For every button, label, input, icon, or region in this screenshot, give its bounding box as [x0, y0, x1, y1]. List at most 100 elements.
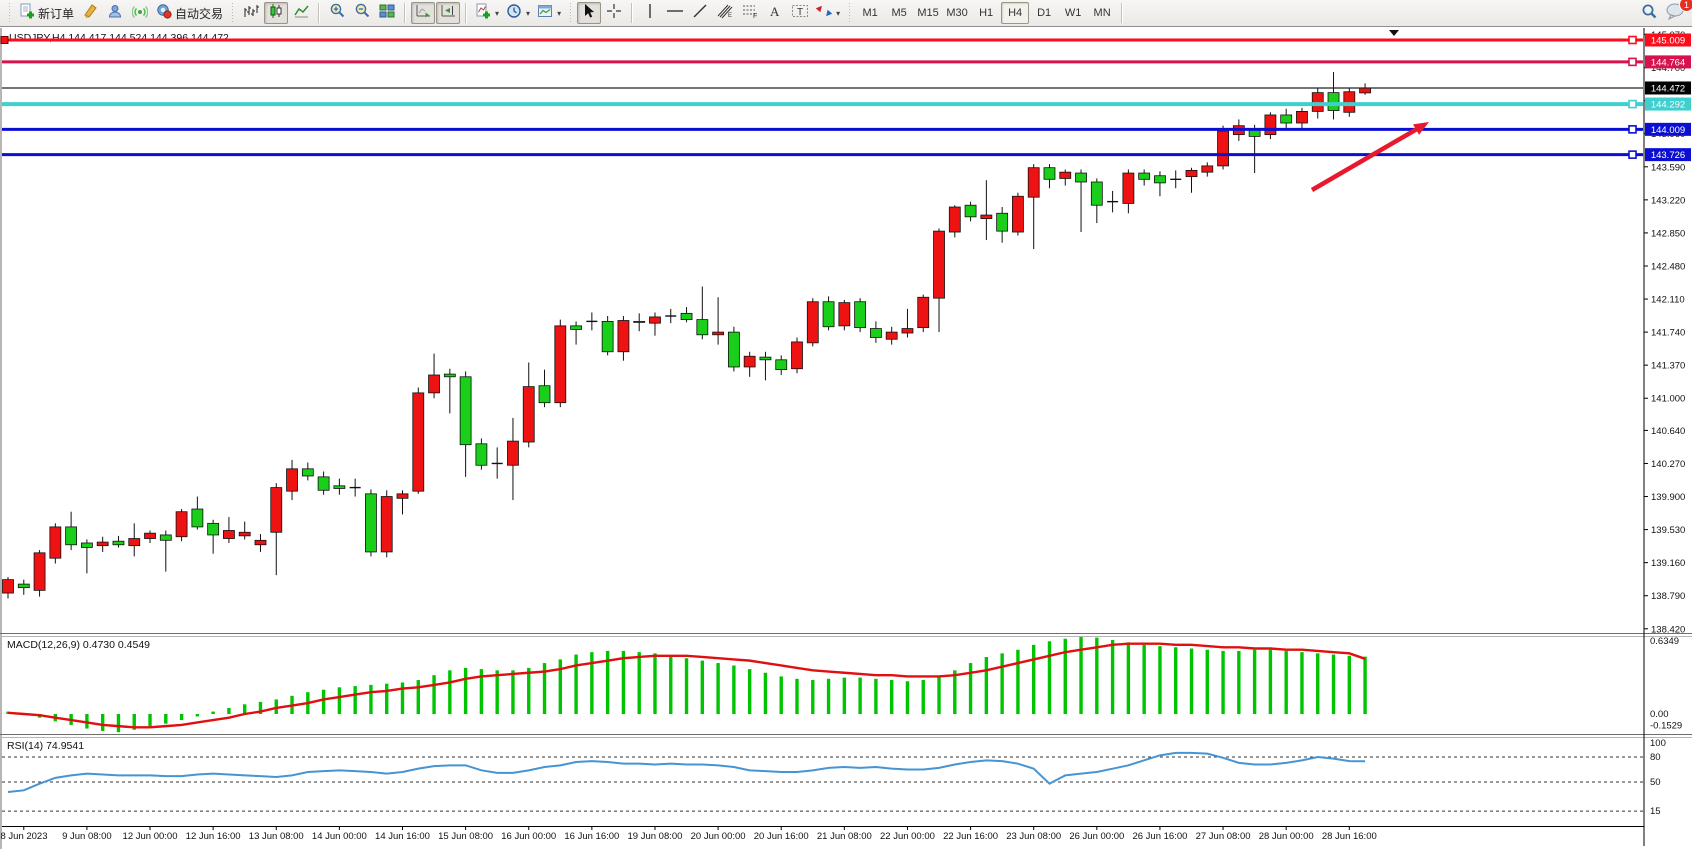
signal-icon	[132, 3, 148, 24]
price-level-badge-text: 144.009	[1651, 125, 1685, 136]
toolbar-grip[interactable]	[230, 3, 235, 23]
tab-timeframe-m5[interactable]: M5	[885, 2, 913, 24]
zoom-out-button[interactable]	[350, 2, 374, 24]
price-level-badge-text: 144.292	[1651, 100, 1685, 111]
toolbar-grip[interactable]	[847, 3, 852, 23]
signal-button[interactable]	[128, 2, 152, 24]
rsi-axis-label: 50	[1650, 777, 1661, 788]
fibonacci-tool-button[interactable]: F	[738, 2, 762, 24]
bearish-candle	[571, 326, 582, 330]
equidistant-channel-tool-button[interactable]: E	[713, 2, 737, 24]
bullish-candle	[413, 393, 424, 491]
line-chart-type-button[interactable]	[289, 2, 313, 24]
indicators-button[interactable]: ▾	[472, 2, 502, 24]
chevron-down-icon: ▾	[557, 9, 561, 18]
search-button[interactable]	[1637, 2, 1661, 24]
rsi-axis-label: 80	[1650, 752, 1661, 763]
bullish-candle	[713, 332, 724, 335]
bearish-candle	[997, 213, 1008, 231]
tab-timeframe-m15[interactable]: M15	[914, 2, 942, 24]
chat-button[interactable]: 1	[1662, 2, 1688, 24]
price-level-badge-text: 144.764	[1651, 57, 1685, 68]
tab-timeframe-h4[interactable]: H4	[1001, 2, 1029, 24]
bullish-candle	[176, 512, 187, 537]
level-line-handle[interactable]	[1629, 37, 1636, 44]
new-order-label: 新订单	[38, 5, 74, 22]
text-tool-button[interactable]: A	[763, 2, 787, 24]
tab-timeframe-w1[interactable]: W1	[1059, 2, 1087, 24]
bullish-candle	[1012, 196, 1023, 232]
bullish-candle	[1060, 172, 1071, 178]
brush-button[interactable]	[78, 2, 102, 24]
bullish-candle	[50, 527, 61, 558]
crosshair-icon	[606, 3, 622, 24]
bearish-candle	[18, 584, 29, 588]
trading-terminal-window: { "toolbar": { "new_order_label": "新订单",…	[0, 0, 1692, 849]
bearish-candle	[66, 527, 77, 545]
bearish-candle	[192, 509, 203, 527]
time-axis-label: 20 Jun 16:00	[754, 831, 809, 842]
chart-canvas[interactable]: 145.070144.700144.330143.960143.590143.2…	[0, 28, 1692, 849]
zoom-in-button[interactable]	[325, 2, 349, 24]
toolbar-grip[interactable]	[7, 3, 12, 23]
auto-trading-button[interactable]: 自动交易	[153, 2, 226, 24]
bearish-candle	[1154, 176, 1165, 183]
bar-chart-type-button[interactable]	[239, 2, 263, 24]
time-axis-label: 26 Jun 00:00	[1069, 831, 1124, 842]
price-axis-tick-label: 143.220	[1651, 195, 1685, 206]
tab-timeframe-mn[interactable]: MN	[1088, 2, 1116, 24]
chart-shift-icon	[440, 3, 457, 24]
time-axis-label: 20 Jun 00:00	[691, 831, 746, 842]
level-line-anchor[interactable]	[1, 37, 8, 44]
vertical-line-icon	[644, 3, 656, 24]
price-axis-tick-label: 142.480	[1651, 261, 1685, 272]
time-axis-label: 19 Jun 08:00	[628, 831, 683, 842]
toolbar-grip[interactable]	[568, 3, 573, 23]
auto-scroll-icon	[415, 3, 432, 24]
time-axis-label: 12 Jun 00:00	[123, 831, 178, 842]
level-line-handle[interactable]	[1629, 101, 1636, 108]
horizontal-line-tool-button[interactable]	[663, 2, 687, 24]
chart-shift-button[interactable]	[436, 2, 460, 24]
bullish-candle	[1312, 93, 1323, 112]
bearish-candle	[855, 302, 866, 328]
templates-button[interactable]: ▾	[534, 2, 564, 24]
chart-window[interactable]: USDJPY,H4 144.417 144.524 144.396 144.47…	[0, 28, 1692, 849]
crosshair-tool-button[interactable]	[602, 2, 626, 24]
bullish-candle	[886, 332, 897, 339]
bearish-candle	[365, 494, 376, 552]
tile-windows-button[interactable]	[375, 2, 399, 24]
candlestick-type-button[interactable]	[264, 2, 288, 24]
cursor-tool-button[interactable]	[577, 2, 601, 24]
price-axis-tick-label: 138.790	[1651, 591, 1685, 602]
level-line-handle[interactable]	[1629, 151, 1636, 158]
time-axis-label: 13 Jun 08:00	[249, 831, 304, 842]
svg-text:A: A	[770, 4, 780, 19]
new-order-button[interactable]: 新订单	[16, 2, 77, 24]
bearish-candle	[113, 541, 124, 545]
tab-timeframe-h1[interactable]: H1	[972, 2, 1000, 24]
templates-icon	[537, 3, 553, 24]
bearish-candle	[160, 535, 171, 540]
level-line-handle[interactable]	[1629, 126, 1636, 133]
price-axis-tick-label: 141.740	[1651, 328, 1685, 339]
trendline-tool-button[interactable]	[688, 2, 712, 24]
auto-scroll-button[interactable]	[411, 2, 435, 24]
horizontal-line-icon	[666, 3, 684, 24]
tab-timeframe-m1[interactable]: M1	[856, 2, 884, 24]
periods-button[interactable]: ▾	[503, 2, 533, 24]
arrows-tool-button[interactable]: ▾	[813, 2, 843, 24]
tab-timeframe-m30[interactable]: M30	[943, 2, 971, 24]
price-axis-tick-label: 142.110	[1651, 295, 1685, 306]
trend-arrow-annotation[interactable]	[1312, 130, 1416, 190]
bearish-candle	[1091, 182, 1102, 205]
bearish-candle	[728, 332, 739, 367]
level-line-handle[interactable]	[1629, 58, 1636, 65]
bullish-candle	[255, 540, 266, 544]
vertical-line-tool-button[interactable]	[638, 2, 662, 24]
profile-button[interactable]	[103, 2, 127, 24]
bullish-candle	[902, 329, 913, 333]
tab-timeframe-d1[interactable]: D1	[1030, 2, 1058, 24]
bearish-candle	[823, 302, 834, 327]
text-label-tool-button[interactable]: T	[788, 2, 812, 24]
